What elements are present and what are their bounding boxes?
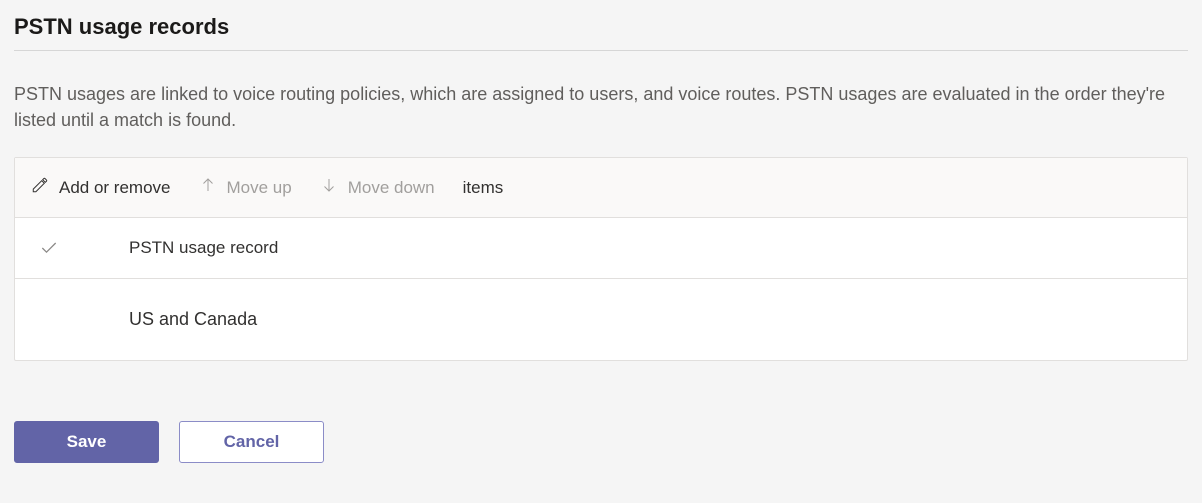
table-header: PSTN usage record xyxy=(15,218,1187,279)
row-value: US and Canada xyxy=(129,309,257,330)
button-bar: Save Cancel xyxy=(14,421,1188,463)
column-header: PSTN usage record xyxy=(129,238,278,258)
add-remove-label: Add or remove xyxy=(59,178,171,198)
move-up-label: Move up xyxy=(227,178,292,198)
page-description: PSTN usages are linked to voice routing … xyxy=(14,81,1188,133)
pencil-icon xyxy=(31,176,49,199)
cancel-button[interactable]: Cancel xyxy=(179,421,324,463)
page-title: PSTN usage records xyxy=(14,14,1188,51)
move-up-button[interactable]: Move up xyxy=(199,176,292,199)
table-row[interactable]: US and Canada xyxy=(15,279,1187,360)
arrow-down-icon xyxy=(320,176,338,199)
records-panel: Add or remove Move up Move down items PS… xyxy=(14,157,1188,361)
add-remove-button[interactable]: Add or remove xyxy=(31,176,171,199)
move-down-label: Move down xyxy=(348,178,435,198)
save-button[interactable]: Save xyxy=(14,421,159,463)
check-icon xyxy=(39,238,129,258)
toolbar: Add or remove Move up Move down items xyxy=(15,158,1187,218)
move-down-button[interactable]: Move down xyxy=(320,176,435,199)
items-label: items xyxy=(463,178,504,198)
arrow-up-icon xyxy=(199,176,217,199)
